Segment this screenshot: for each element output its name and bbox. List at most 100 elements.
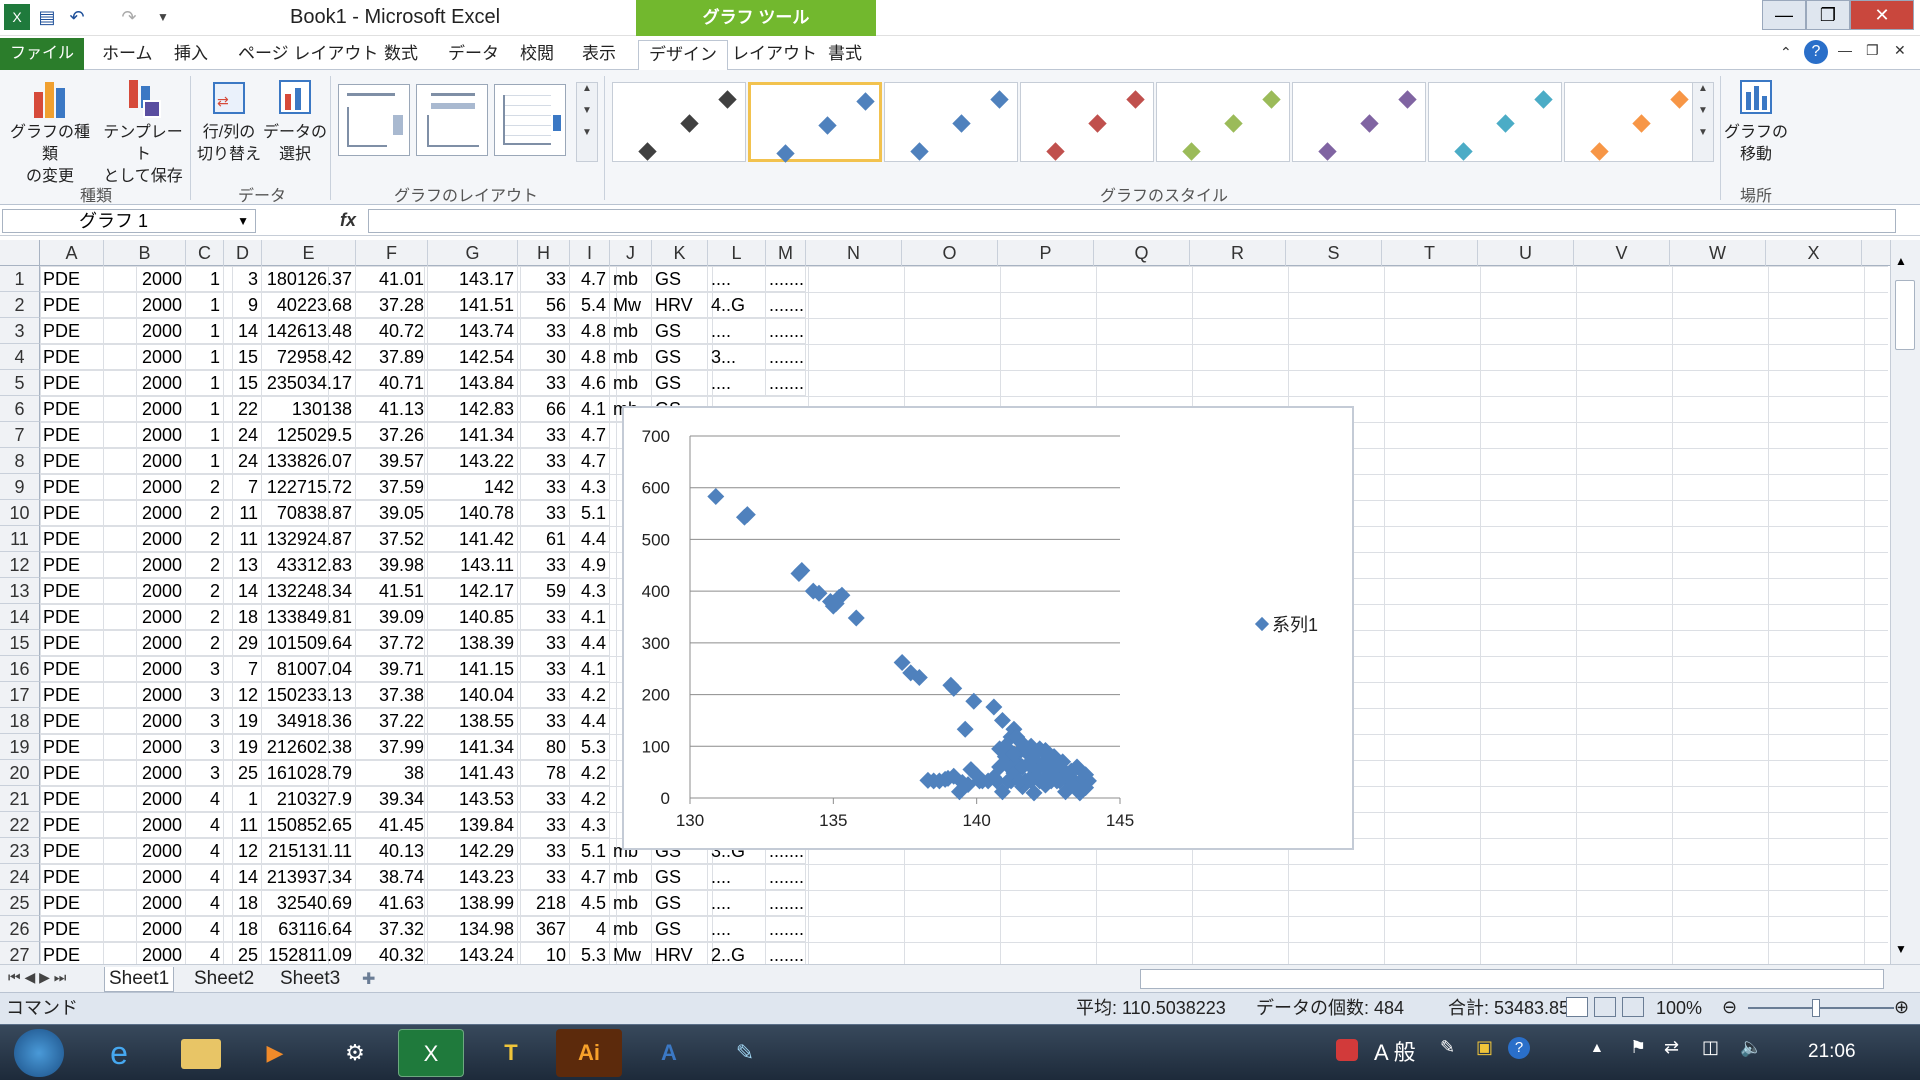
table-cell[interactable]: 2..G — [708, 942, 766, 964]
table-cell[interactable]: 34918.36 — [262, 708, 356, 734]
table-cell[interactable]: 139.84 — [428, 812, 518, 838]
sheet-tab-2[interactable]: Sheet2 — [190, 967, 258, 991]
table-cell[interactable]: 15 — [224, 344, 262, 370]
table-cell[interactable]: 33 — [518, 656, 570, 682]
column-header[interactable]: T — [1382, 240, 1478, 266]
table-cell[interactable]: 142.29 — [428, 838, 518, 864]
table-cell[interactable]: 63116.64 — [262, 916, 356, 942]
table-cell[interactable]: 33 — [518, 812, 570, 838]
table-cell[interactable]: .... — [708, 890, 766, 916]
table-cell[interactable]: 33 — [518, 786, 570, 812]
minimize-button[interactable]: — — [1762, 0, 1806, 30]
table-cell[interactable]: 39.09 — [356, 604, 428, 630]
table-cell[interactable]: 4 — [186, 812, 224, 838]
tab-view[interactable]: 表示 — [572, 40, 626, 70]
system-tool-icon[interactable]: ⚙ — [322, 1029, 388, 1077]
table-cell[interactable]: 40.72 — [356, 318, 428, 344]
column-header[interactable]: X — [1766, 240, 1862, 266]
table-cell[interactable]: 4.2 — [570, 786, 610, 812]
table-cell[interactable]: 2000 — [104, 396, 186, 422]
table-cell[interactable]: 4.4 — [570, 526, 610, 552]
table-cell[interactable]: 18 — [224, 890, 262, 916]
row-header[interactable]: 9 — [0, 474, 40, 500]
table-cell[interactable]: 138.39 — [428, 630, 518, 656]
table-cell[interactable]: 4.3 — [570, 812, 610, 838]
column-header[interactable]: M — [766, 240, 806, 266]
table-cell[interactable]: 143.17 — [428, 266, 518, 292]
flag-icon[interactable]: ⚑ — [1630, 1037, 1646, 1058]
table-cell[interactable]: 2000 — [104, 500, 186, 526]
table-cell[interactable]: 4.1 — [570, 396, 610, 422]
table-cell[interactable]: PDE — [40, 500, 104, 526]
row-header[interactable]: 14 — [0, 604, 40, 630]
table-cell[interactable]: PDE — [40, 578, 104, 604]
table-cell[interactable]: 4.6 — [570, 370, 610, 396]
table-cell[interactable]: 4.5 — [570, 890, 610, 916]
table-cell[interactable]: 4 — [186, 786, 224, 812]
table-cell[interactable]: 141.51 — [428, 292, 518, 318]
zoom-out-icon[interactable]: ⊖ — [1722, 997, 1737, 1017]
table-cell[interactable]: 25 — [224, 942, 262, 964]
row-header[interactable]: 16 — [0, 656, 40, 682]
table-cell[interactable]: 39.05 — [356, 500, 428, 526]
row-header[interactable]: 18 — [0, 708, 40, 734]
table-cell[interactable]: 4.7 — [570, 448, 610, 474]
table-cell[interactable]: 39.71 — [356, 656, 428, 682]
table-cell[interactable]: 4.2 — [570, 760, 610, 786]
table-cell[interactable]: 143.24 — [428, 942, 518, 964]
table-cell[interactable]: mb — [610, 370, 652, 396]
table-cell[interactable]: Mw — [610, 292, 652, 318]
table-cell[interactable]: 61 — [518, 526, 570, 552]
column-header[interactable]: A — [40, 240, 104, 266]
row-header[interactable]: 10 — [0, 500, 40, 526]
table-cell[interactable]: 33 — [518, 708, 570, 734]
row-header[interactable]: 22 — [0, 812, 40, 838]
table-cell[interactable]: 72958.42 — [262, 344, 356, 370]
table-cell[interactable]: 4..G — [708, 292, 766, 318]
file-explorer-icon[interactable] — [168, 1029, 234, 1077]
table-cell[interactable]: 2 — [186, 604, 224, 630]
column-header[interactable]: O — [902, 240, 998, 266]
tray-app-icon[interactable] — [1336, 1039, 1358, 1061]
row-header[interactable]: 11 — [0, 526, 40, 552]
table-cell[interactable]: 5.3 — [570, 734, 610, 760]
table-cell[interactable]: GS — [652, 916, 708, 942]
row-header[interactable]: 26 — [0, 916, 40, 942]
text-editor-icon[interactable]: T — [478, 1029, 544, 1077]
table-cell[interactable]: 1 — [186, 448, 224, 474]
doc-close-button[interactable]: ✕ — [1894, 42, 1906, 59]
table-cell[interactable]: 3 — [186, 682, 224, 708]
table-cell[interactable]: 14 — [224, 318, 262, 344]
table-cell[interactable]: 213937.34 — [262, 864, 356, 890]
table-cell[interactable]: 12 — [224, 838, 262, 864]
row-header[interactable]: 23 — [0, 838, 40, 864]
zoom-slider-thumb[interactable] — [1812, 999, 1820, 1017]
row-header[interactable]: 21 — [0, 786, 40, 812]
table-cell[interactable]: 37.72 — [356, 630, 428, 656]
ime-tools-icon[interactable]: ✎ — [1440, 1037, 1455, 1058]
table-cell[interactable]: 141.42 — [428, 526, 518, 552]
column-header[interactable]: R — [1190, 240, 1286, 266]
scroll-down-icon[interactable]: ▼ — [1895, 942, 1907, 956]
table-cell[interactable]: 38 — [356, 760, 428, 786]
table-cell[interactable]: 2000 — [104, 708, 186, 734]
table-cell[interactable]: 180126.37 — [262, 266, 356, 292]
media-player-icon[interactable]: ▶ — [242, 1029, 308, 1077]
horizontal-scrollbar[interactable] — [1140, 969, 1884, 989]
table-cell[interactable]: 37.99 — [356, 734, 428, 760]
table-cell[interactable]: 4.7 — [570, 864, 610, 890]
start-button[interactable] — [14, 1029, 64, 1077]
row-header[interactable]: 25 — [0, 890, 40, 916]
table-cell[interactable]: PDE — [40, 474, 104, 500]
scroll-thumb[interactable] — [1895, 280, 1915, 350]
internet-explorer-icon[interactable]: e — [86, 1029, 152, 1077]
chart-style-2[interactable] — [748, 82, 882, 163]
tab-format[interactable]: 書式 — [818, 40, 872, 70]
table-cell[interactable]: 2 — [186, 630, 224, 656]
table-cell[interactable]: 33 — [518, 604, 570, 630]
table-cell[interactable]: 37.38 — [356, 682, 428, 708]
table-cell[interactable]: 1 — [186, 344, 224, 370]
table-cell[interactable]: mb — [610, 266, 652, 292]
table-cell[interactable]: 142 — [428, 474, 518, 500]
table-cell[interactable]: 41.01 — [356, 266, 428, 292]
